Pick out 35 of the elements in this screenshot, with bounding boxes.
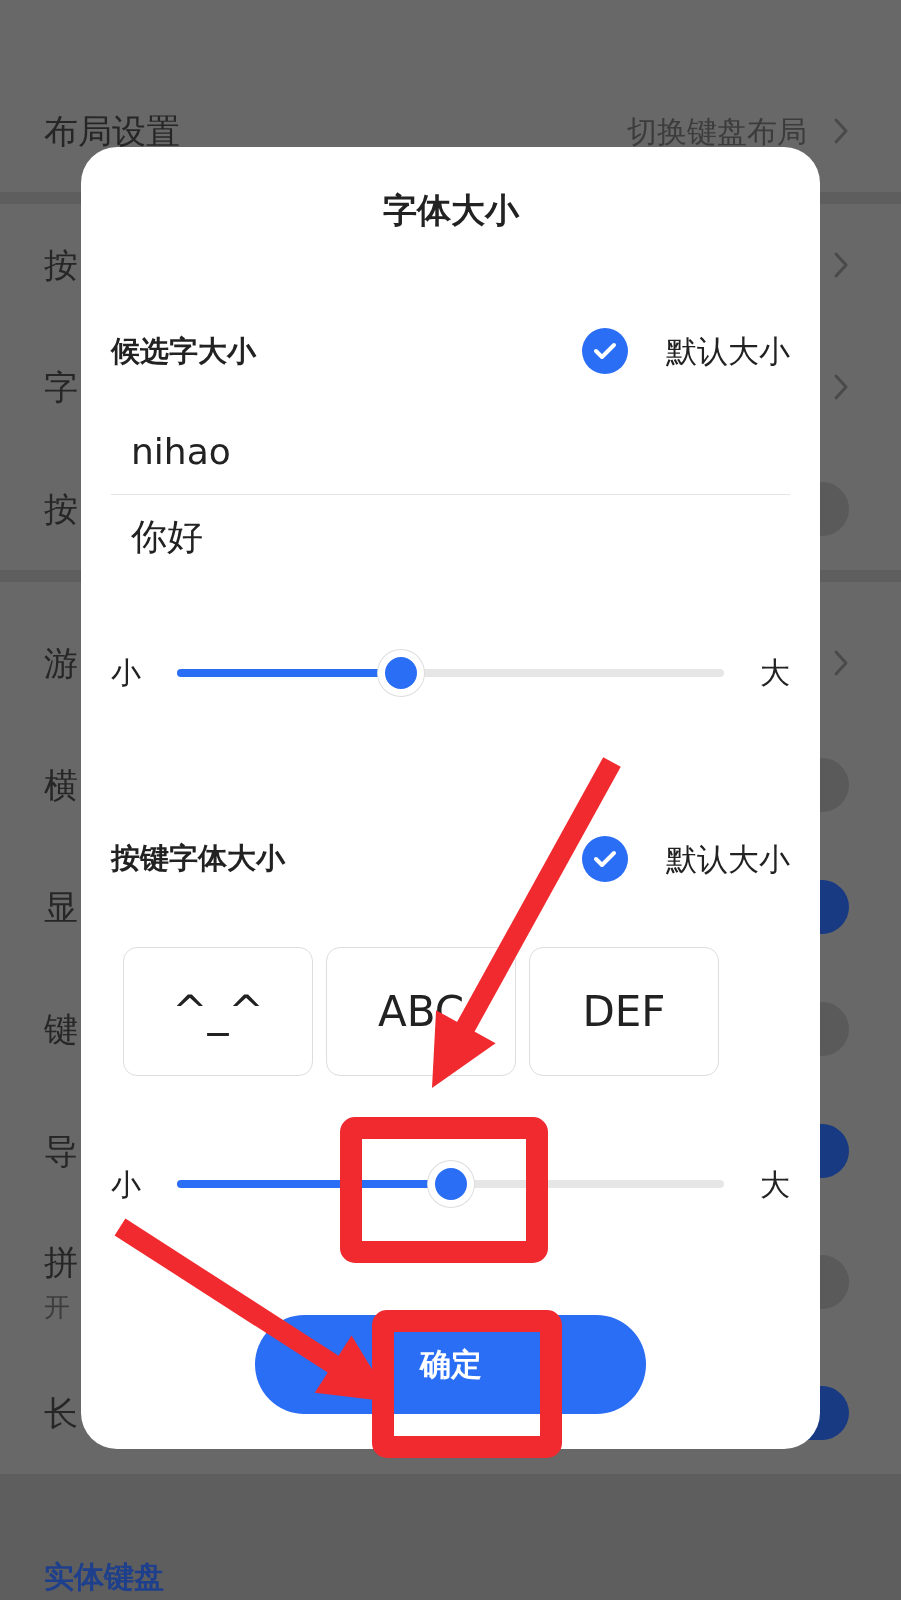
checkbox[interactable] [582,328,628,375]
section-header: 实体键盘 [43,1558,165,1596]
chevron-icon [833,251,849,279]
slider-track[interactable] [177,1160,724,1208]
sample-text: nihao [130,429,232,474]
setting-label: 键 [44,1007,78,1051]
setting-label: 游 [44,641,78,685]
key-preview: DEF [529,947,719,1076]
dialog-title: 字体大小 [381,189,521,232]
chevron-icon [833,117,849,145]
checkbox-label: 默认大小 [666,332,790,371]
setting-label: 横 [44,763,78,807]
sample-text: 你好 [130,514,204,559]
setting-label: 显 [44,885,78,929]
setting-label: 拼 [44,1241,78,1284]
section-title: 候选字大小 [111,332,256,370]
checkbox-label: 默认大小 [666,839,790,879]
slider-track[interactable] [177,648,724,697]
setting-label: 布局设置 [44,109,180,153]
slider-thumb[interactable] [378,649,425,696]
slider-max-label: 大 [760,654,790,692]
setting-label: 按 [44,243,78,287]
key-preview: ^_^ [123,947,313,1076]
slider-thumb[interactable] [427,1161,474,1207]
chevron-icon [833,373,849,401]
checkbox[interactable] [582,835,628,882]
setting-label: 按 [44,487,78,531]
setting-label: 导 [44,1129,78,1173]
setting-label: 长 [44,1391,78,1435]
slider-max-label: 大 [760,1165,790,1204]
setting-label: 字 [44,365,78,409]
chevron-icon [833,649,849,677]
section-title: 按键字体大小 [111,840,285,877]
slider-min-label: 小 [111,654,141,692]
slider-min-label: 小 [111,1165,141,1204]
